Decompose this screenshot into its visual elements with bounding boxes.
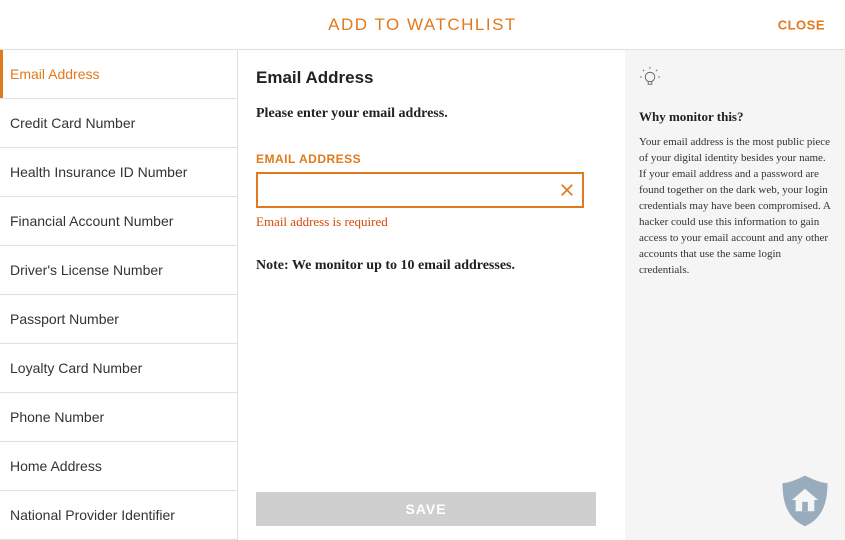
sidebar-item-passport-number[interactable]: Passport Number	[0, 295, 237, 344]
form-note: Note: We monitor up to 10 email addresse…	[256, 258, 605, 274]
info-title: Why monitor this?	[639, 109, 831, 125]
sidebar-item-loyalty-card-number[interactable]: Loyalty Card Number	[0, 344, 237, 393]
lightbulb-icon	[639, 66, 661, 88]
sidebar-item-label: Credit Card Number	[10, 115, 135, 131]
sidebar-item-label: Passport Number	[10, 311, 119, 327]
modal-header: ADD TO WATCHLIST CLOSE	[0, 0, 845, 50]
sidebar-item-label: Health Insurance ID Number	[10, 164, 187, 180]
sidebar-item-financial-account-number[interactable]: Financial Account Number	[0, 197, 237, 246]
sidebar-item-drivers-license-number[interactable]: Driver's License Number	[0, 246, 237, 295]
email-input-wrap	[256, 172, 584, 208]
close-button[interactable]: CLOSE	[778, 17, 825, 32]
sidebar-item-email-address[interactable]: Email Address	[0, 50, 237, 99]
clear-icon[interactable]	[558, 181, 576, 199]
modal-title: ADD TO WATCHLIST	[328, 15, 517, 35]
sidebar-item-health-insurance-id-number[interactable]: Health Insurance ID Number	[0, 148, 237, 197]
category-sidebar: Email Address Credit Card Number Health …	[0, 50, 238, 540]
sidebar-item-label: Home Address	[10, 458, 102, 474]
sidebar-item-label: Financial Account Number	[10, 213, 173, 229]
form-panel: Email Address Please enter your email ad…	[238, 50, 625, 540]
shield-house-icon	[775, 470, 835, 530]
info-panel: Why monitor this? Your email address is …	[625, 50, 845, 540]
info-body: Your email address is the most public pi…	[639, 135, 831, 278]
email-input[interactable]	[256, 172, 584, 208]
form-subtitle: Please enter your email address.	[256, 106, 605, 122]
sidebar-item-credit-card-number[interactable]: Credit Card Number	[0, 99, 237, 148]
sidebar-item-phone-number[interactable]: Phone Number	[0, 393, 237, 442]
form-title: Email Address	[256, 68, 605, 88]
sidebar-item-label: Driver's License Number	[10, 262, 163, 278]
save-button[interactable]: SAVE	[256, 492, 596, 526]
email-error-text: Email address is required	[256, 214, 605, 230]
sidebar-item-label: Loyalty Card Number	[10, 360, 142, 376]
modal-body: Email Address Credit Card Number Health …	[0, 50, 845, 540]
sidebar-item-label: Email Address	[10, 66, 99, 82]
sidebar-item-label: Phone Number	[10, 409, 104, 425]
sidebar-item-label: National Provider Identifier	[10, 507, 175, 523]
sidebar-item-home-address[interactable]: Home Address	[0, 442, 237, 491]
sidebar-item-national-provider-identifier[interactable]: National Provider Identifier	[0, 491, 237, 540]
email-field-label: EMAIL ADDRESS	[256, 152, 605, 166]
